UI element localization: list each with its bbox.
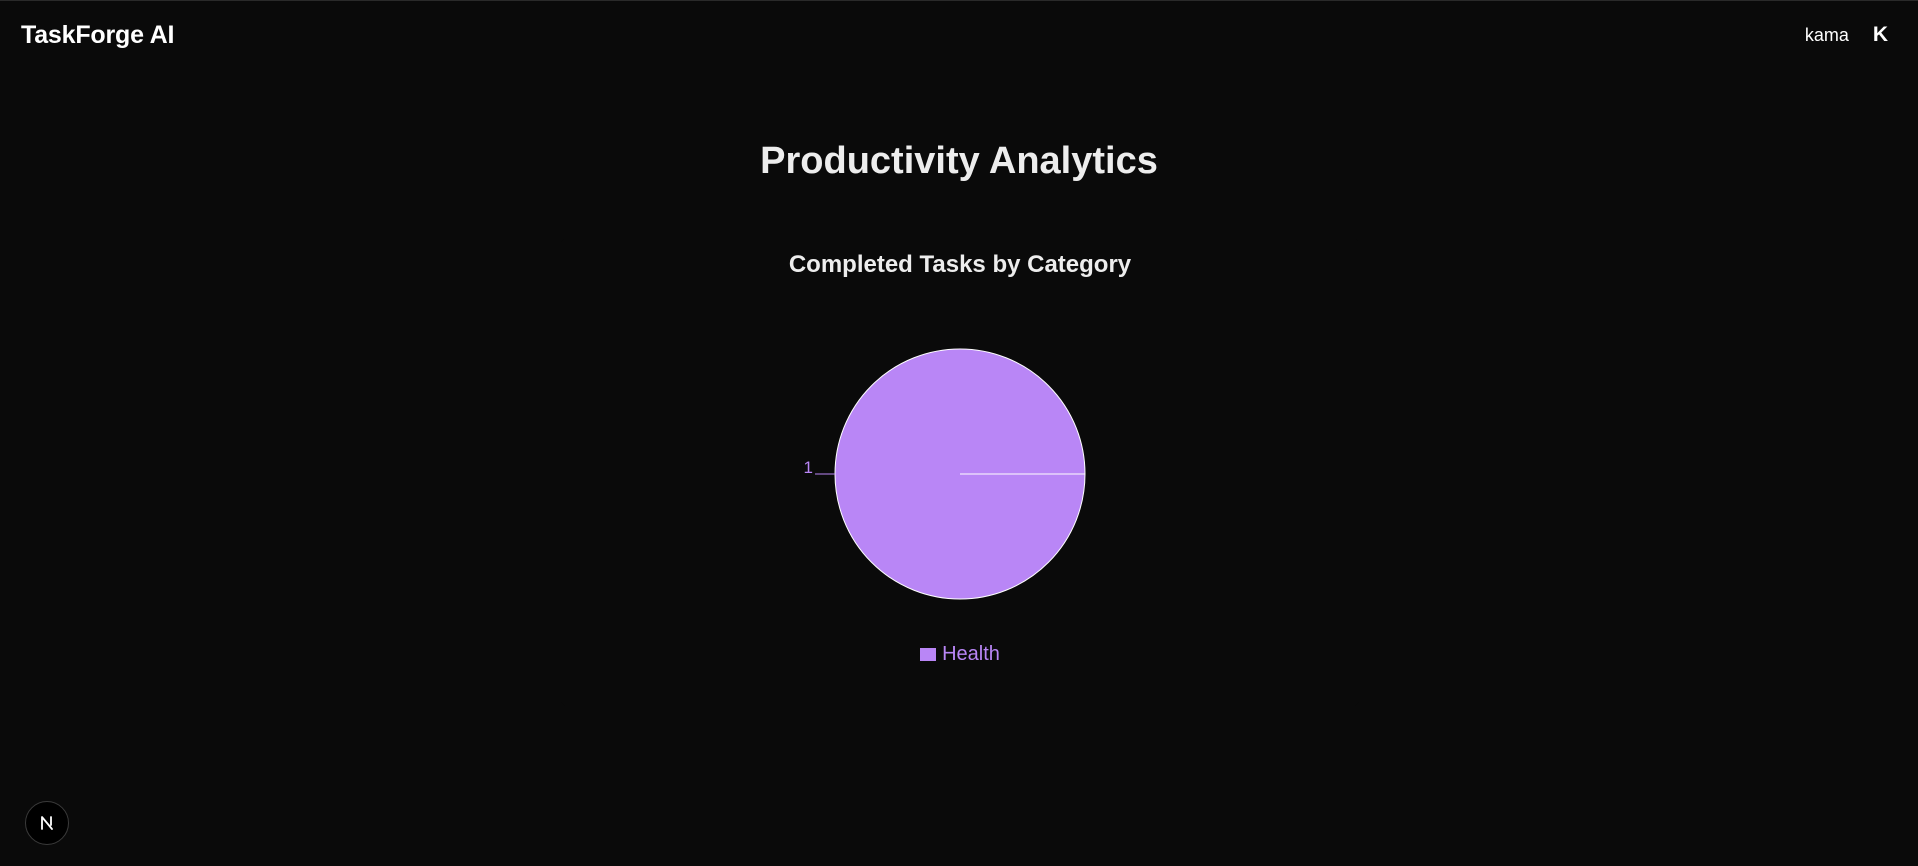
page-title: Productivity Analytics: [760, 140, 1158, 182]
legend-item[interactable]: Health: [920, 643, 1000, 666]
pie-slice-health[interactable]: [834, 348, 1086, 600]
chart-card: Completed Tasks by Category 1 Health: [560, 237, 1360, 707]
legend-label: Health: [942, 643, 1000, 665]
pie-chart: 1: [804, 348, 1086, 600]
app-title[interactable]: TaskForge AI: [21, 21, 174, 50]
nextjs-dev-badge[interactable]: [25, 801, 69, 845]
legend-swatch: [920, 648, 937, 661]
legend: Health: [560, 643, 1360, 666]
nextjs-icon: [41, 816, 53, 830]
page: TaskForge AI kama K Productivity Analyti…: [0, 0, 1918, 866]
user-name: kama: [1804, 24, 1849, 45]
pie-data-label: 1: [804, 458, 813, 477]
avatar[interactable]: K: [1873, 23, 1888, 47]
user-menu: kama K: [1805, 23, 1888, 47]
